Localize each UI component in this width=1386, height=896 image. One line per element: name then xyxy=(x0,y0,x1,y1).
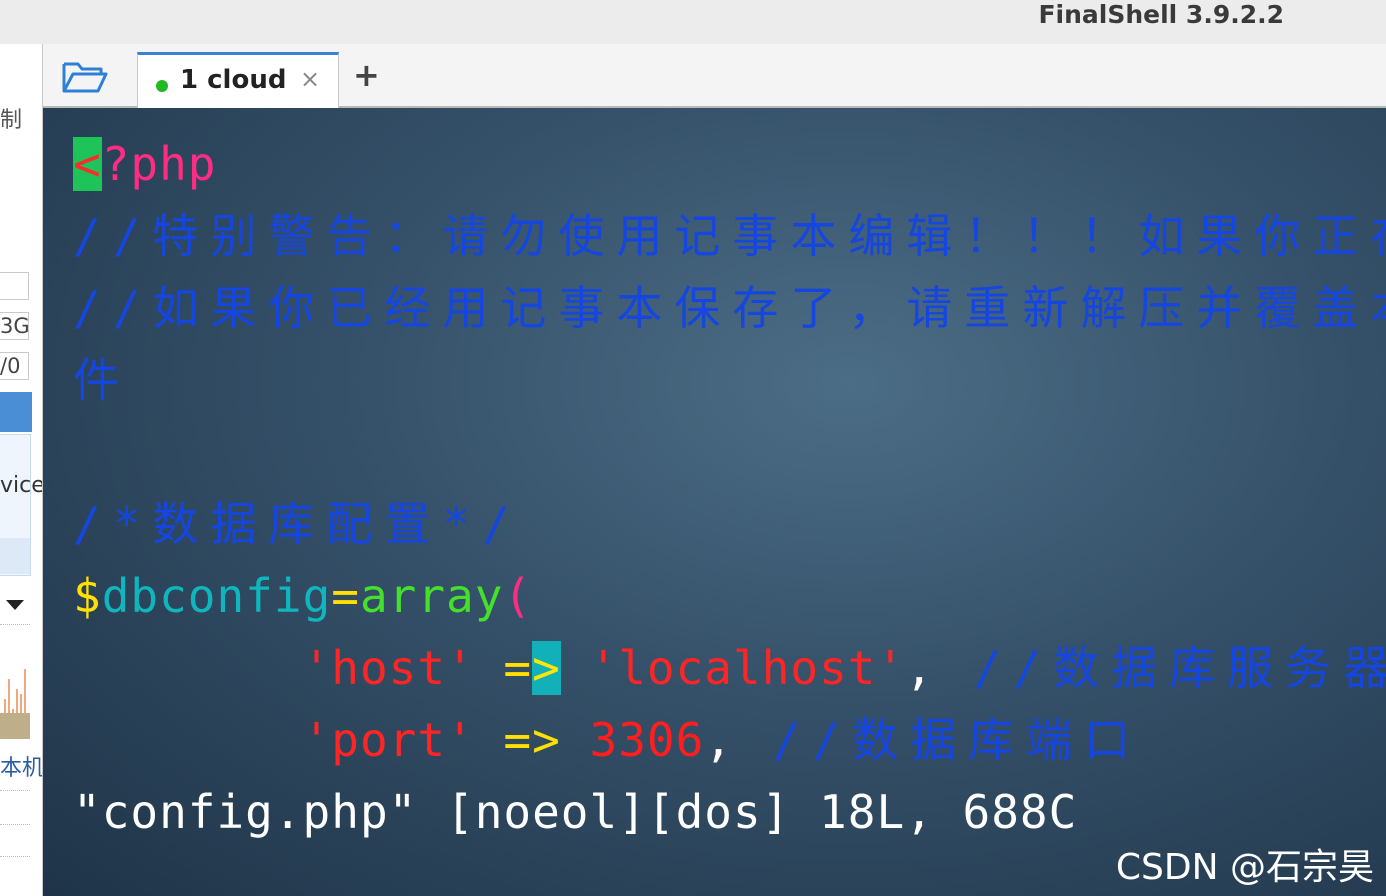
assign-op: = xyxy=(331,569,360,623)
match-highlight: > xyxy=(532,641,561,695)
sidebar-label-top: 制 xyxy=(0,108,23,133)
arrow-op: = xyxy=(474,641,533,695)
comma: , xyxy=(704,713,734,767)
divider xyxy=(0,824,30,825)
chevron-down-icon[interactable] xyxy=(6,600,24,610)
code-line-6: /*数据库配置*/ xyxy=(73,497,522,551)
dollar-sign: $ xyxy=(73,569,102,623)
sidebar-field-3: /0 xyxy=(0,352,29,380)
code-line-7: $dbconfig=array( xyxy=(73,568,532,624)
code-line-3: //如果你已经用记事本保存了，请重新解压并覆盖本文 xyxy=(73,281,1386,335)
sidebar-field-1[interactable] xyxy=(0,272,29,300)
string-key: 'host' xyxy=(302,641,475,695)
tab-strip: 1 cloud × + xyxy=(43,44,1386,108)
divider xyxy=(0,790,30,791)
divider xyxy=(0,856,30,857)
terminal-view[interactable]: <?php //特别警告：请勿使用记事本编辑！！！如果你正在使 //如果你已经用… xyxy=(43,108,1386,896)
tab-label: 1 cloud xyxy=(180,65,287,95)
title-bar: FinalShell 3.9.2.2 xyxy=(0,0,1386,45)
code-line-2: //特别警告：请勿使用记事本编辑！！！如果你正在使 xyxy=(73,209,1386,263)
connection-status-icon xyxy=(156,80,168,92)
php-open-tag: ?php xyxy=(101,137,217,191)
arrow-op: => xyxy=(474,713,561,767)
tab-cloud[interactable]: 1 cloud × xyxy=(137,52,339,108)
variable-name: dbconfig xyxy=(101,569,332,623)
sidebar-list-selected[interactable] xyxy=(0,538,30,574)
inline-comment: //数据库端口 xyxy=(733,713,1143,767)
sidebar-field-2: 3G xyxy=(0,312,29,340)
left-sidebar: 制 3G /0 vice 本机 xyxy=(0,44,43,896)
vim-status-line: "config.php" [noeol][dos] 18L, 688C xyxy=(73,785,1078,839)
string-value: 'localhost' xyxy=(560,641,906,695)
close-icon[interactable]: × xyxy=(300,65,320,93)
string-key: 'port' xyxy=(302,713,475,767)
array-keyword: array xyxy=(359,569,504,623)
terminal-cursor: < xyxy=(73,137,102,191)
sidebar-tab-active[interactable] xyxy=(0,392,32,432)
comma: , xyxy=(905,641,934,695)
code-line-4: 件 xyxy=(73,353,131,407)
code-line-1: <?php xyxy=(73,136,216,192)
inline-comment: //数据库服务器 xyxy=(933,641,1386,695)
sidebar-machine-label[interactable]: 本机 xyxy=(0,750,42,782)
add-tab-button[interactable]: + xyxy=(353,56,380,94)
watermark: CSDN @石宗昊 xyxy=(1115,847,1374,888)
open-paren: ( xyxy=(503,569,533,623)
folder-open-icon[interactable] xyxy=(61,58,109,96)
number-value: 3306 xyxy=(560,713,705,767)
code-line-9: 'port' => 3306, //数据库端口 xyxy=(73,712,1142,768)
network-graph xyxy=(0,624,30,739)
code-line-8: 'host' => 'localhost', //数据库服务器 xyxy=(73,640,1386,696)
app-title: FinalShell 3.9.2.2 xyxy=(1038,0,1284,29)
sidebar-list-item-service[interactable]: vice xyxy=(0,473,42,498)
